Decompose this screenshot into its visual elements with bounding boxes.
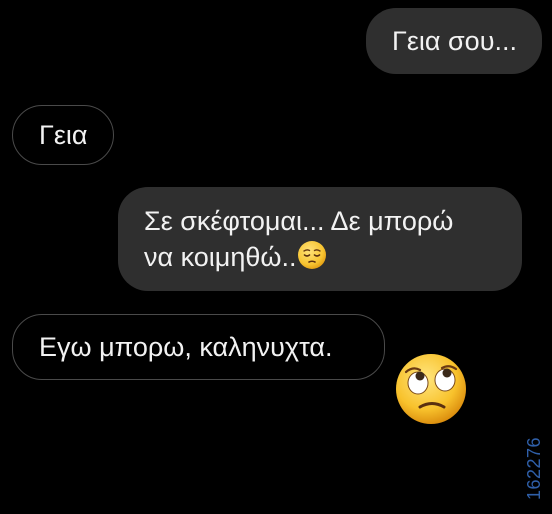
message-text: να κοιμηθώ.. xyxy=(144,242,297,272)
message-text-line-2: να κοιμηθώ.. xyxy=(144,239,522,279)
message-text: Εγω μπορω, καληνυχτα. xyxy=(39,332,333,362)
sent-message-bubble[interactable]: Γεια σου... xyxy=(366,8,542,74)
watermark-id: 162276 xyxy=(524,436,544,500)
received-message-bubble[interactable]: Εγω μπορω, καληνυχτα. xyxy=(12,314,385,380)
message-text-line: Σε σκέφτομαι... Δε μπορώ xyxy=(144,206,454,236)
sent-message-bubble[interactable]: Σε σκέφτομαι... Δε μπορώ να κοιμηθώ.. xyxy=(118,187,522,291)
message-text: Γεια σου... xyxy=(392,26,517,56)
chat-conversation: Γεια σου... Γεια Σε σκέφτομαι... Δε μπορ… xyxy=(0,0,552,514)
rolling-eyes-emoji-icon[interactable] xyxy=(392,350,470,428)
message-text: Γεια xyxy=(39,120,88,150)
received-message-bubble[interactable]: Γεια xyxy=(12,105,114,165)
pensive-face-emoji-icon xyxy=(297,240,327,279)
